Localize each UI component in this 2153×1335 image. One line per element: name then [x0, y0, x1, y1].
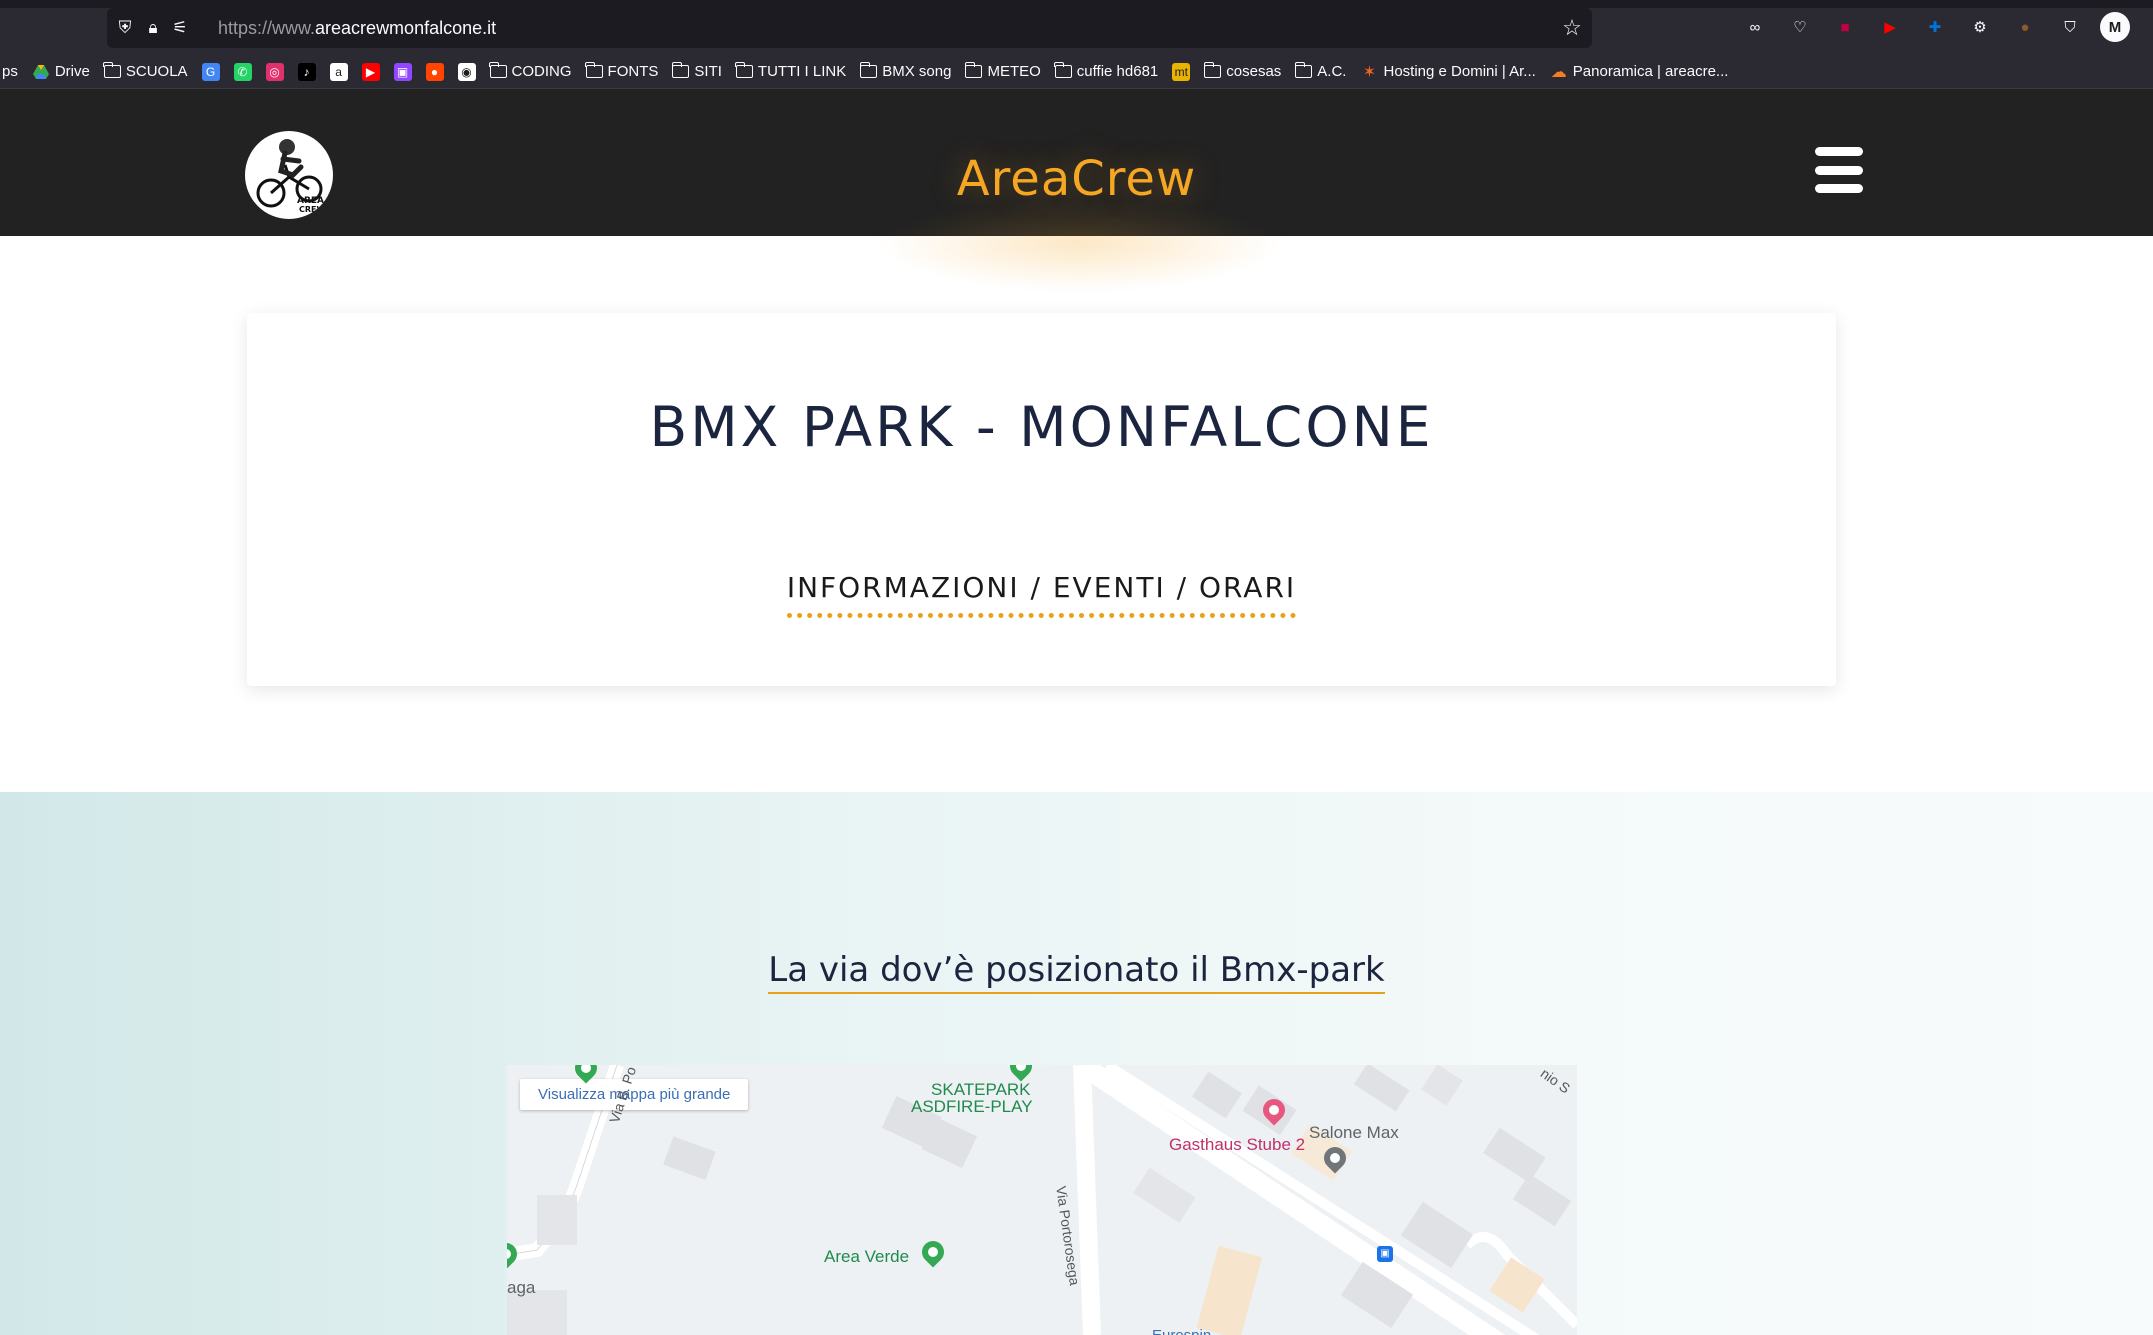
youtube-icon[interactable]: ▶ — [1875, 12, 1905, 42]
folder-icon — [489, 62, 507, 78]
page-title: BMX PARK - MONFALCONE — [649, 395, 1434, 459]
location-section: La via dov’è posizionato il Bmx-park Vis… — [0, 792, 2153, 1335]
bookmark-cuffie-hd681[interactable]: cuffie hd681 — [1054, 62, 1159, 80]
site-header: AREA CREW AreaCrew — [0, 89, 2153, 289]
bookmark-label: SITI — [694, 63, 722, 80]
dashlane-icon[interactable]: ✚ — [1920, 12, 1950, 42]
browser-toolbar: ⛨ 🔒︎ ⚟ https://www.areacrewmonfalcone.it… — [0, 0, 2153, 55]
folder-icon — [735, 62, 753, 78]
cookie-icon[interactable]: ● — [2010, 12, 2040, 42]
bookmark-instagram-icon[interactable]: ◎ — [265, 62, 284, 81]
tiktok-icon: ♪ — [297, 62, 316, 81]
folder-icon — [1294, 62, 1313, 78]
gear-icon[interactable]: ⚙ — [1965, 12, 1995, 42]
bookmark-label: FONTS — [607, 63, 659, 80]
site-permissions-icon[interactable]: ⚟ — [170, 18, 190, 38]
bookmark-label: cuffie hd681 — [1076, 63, 1159, 80]
mt-icon: mt — [1172, 62, 1191, 81]
hamburger-line — [1815, 165, 1863, 175]
tracking-shield-icon[interactable]: ⛨ — [115, 18, 135, 38]
bookmark-youtube-icon[interactable]: ▶ — [361, 62, 380, 81]
ublock-icon[interactable]: ■ — [1830, 12, 1860, 42]
bookmark-label: cosesas — [1226, 63, 1282, 80]
tab-strip — [0, 0, 2153, 8]
bookmark-fonts[interactable]: FONTS — [585, 62, 659, 80]
bookmark-ps[interactable]: ps — [2, 63, 18, 80]
instagram-icon: ◎ — [265, 62, 284, 81]
lock-icon[interactable]: 🔒︎ — [143, 18, 163, 38]
url-text[interactable]: https://www.areacrewmonfalcone.it — [218, 18, 496, 39]
google-map[interactable]: Visualizza mappa più grande ▣ SKATEPARK … — [507, 1065, 1577, 1335]
bookmark-translate-icon[interactable]: G — [201, 62, 220, 81]
extension-toolbar: ∞ ♡ ■ ▶ ✚ ⚙ ● ⛉ M — [1740, 12, 2130, 42]
hero-card: BMX PARK - MONFALCONE INFORMAZIONI / EVE… — [247, 313, 1836, 686]
bookmark-cosesas[interactable]: cosesas — [1203, 62, 1282, 80]
bookmark-whatsapp-icon[interactable]: ✆ — [233, 62, 252, 81]
folder-icon — [103, 62, 121, 78]
folder-icon — [859, 62, 878, 78]
folder-icon — [585, 62, 603, 78]
bus-stop-icon[interactable]: ▣ — [1377, 1246, 1393, 1262]
bookmark-hosting-e-domini-ar[interactable]: ✶ Hosting e Domini | Ar... — [1360, 63, 1536, 81]
bookmark-scuola[interactable]: SCUOLA — [103, 62, 188, 80]
bookmark-twitch-icon[interactable]: ▣ — [393, 62, 412, 81]
bookmark-bmx-song[interactable]: BMX song — [859, 62, 952, 80]
folder-icon — [964, 62, 983, 78]
pocket-icon[interactable]: ♡ — [1785, 12, 1815, 42]
info-events-hours-link[interactable]: INFORMAZIONI / EVENTI / ORARI — [786, 571, 1297, 618]
translate-icon: G — [201, 62, 220, 81]
eurospin-label[interactable]: Eurospin — [1152, 1327, 1211, 1335]
bookmark-label: BMX song — [882, 63, 952, 80]
hero-glow — [870, 236, 1290, 296]
bookmark-reddit-icon[interactable]: ● — [425, 62, 444, 81]
bookmark-label: Panoramica | areacre... — [1572, 63, 1729, 80]
menu-hamburger-icon[interactable] — [1815, 147, 1863, 193]
bookmark-meteo[interactable]: METEO — [964, 62, 1041, 80]
bookmark-tutti-i-link[interactable]: TUTTI I LINK — [735, 62, 847, 80]
bookmark-label: TUTTI I LINK — [757, 63, 847, 80]
folder-icon — [671, 62, 690, 78]
address-bar[interactable]: ⛨ 🔒︎ ⚟ https://www.areacrewmonfalcone.it… — [107, 8, 1592, 48]
bookmark-panoramica-areacre[interactable]: ☁ Panoramica | areacre... — [1550, 63, 1729, 81]
folder-icon — [1203, 62, 1222, 78]
bookmark-label: Drive — [54, 63, 90, 80]
youtube-icon: ▶ — [361, 62, 380, 81]
bookmark-label: METEO — [987, 63, 1041, 80]
whatsapp-icon: ✆ — [233, 62, 252, 81]
road-label: aga — [507, 1278, 536, 1297]
gasthaus-label[interactable]: Gasthaus Stube 2 — [1169, 1135, 1305, 1155]
area-verde-label[interactable]: Area Verde — [824, 1247, 909, 1267]
drive-icon — [32, 63, 50, 81]
bookmark-star-icon[interactable]: ☆ — [1562, 17, 1582, 39]
folder-icon — [1054, 62, 1072, 78]
bookmark-siti[interactable]: SITI — [671, 62, 722, 80]
hamburger-line — [1815, 184, 1863, 193]
bookmark-label: Hosting e Domini | Ar... — [1383, 63, 1536, 80]
bookmark-github-icon[interactable]: ◉ — [457, 62, 476, 81]
bookmark-amazon-icon[interactable]: a — [329, 62, 348, 81]
location-title: La via dov’è posizionato il Bmx-park — [768, 950, 1385, 994]
amazon-icon: a — [329, 62, 348, 81]
bookmark-label: SCUOLA — [125, 63, 188, 80]
cloudflare-icon: ☁ — [1550, 63, 1567, 81]
profile-avatar-icon[interactable]: M — [2100, 12, 2130, 42]
bookmark-mt-icon[interactable]: mt — [1172, 62, 1191, 81]
github-icon: ◉ — [457, 62, 476, 81]
reddit-icon: ● — [425, 62, 444, 81]
bookmark-label: ps — [2, 63, 18, 80]
bookmark-label: A.C. — [1317, 63, 1347, 80]
bitwarden-icon[interactable]: ⛉ — [2055, 12, 2085, 42]
hamburger-line — [1815, 147, 1863, 156]
bookmark-coding[interactable]: CODING — [489, 62, 572, 80]
bookmark-label: CODING — [511, 63, 572, 80]
skatepark-label[interactable]: SKATEPARK ASDFIRE-PLAY — [911, 1081, 1033, 1115]
mask-icon[interactable]: ∞ — [1740, 12, 1770, 42]
aruba-icon: ✶ — [1362, 63, 1377, 81]
bookmark-drive[interactable]: Drive — [32, 63, 90, 81]
bookmark-a-c[interactable]: A.C. — [1294, 62, 1347, 80]
salone-max-label[interactable]: Salone Max — [1309, 1123, 1399, 1143]
twitch-icon: ▣ — [393, 62, 412, 81]
bookmarks-bar: ps Drive SCUOLA G ✆ ◎ ♪ a ▶ ▣ ● ◉ CODING FONTS SITI TUT… — [0, 55, 2153, 89]
bookmark-tiktok-icon[interactable]: ♪ — [297, 62, 316, 81]
